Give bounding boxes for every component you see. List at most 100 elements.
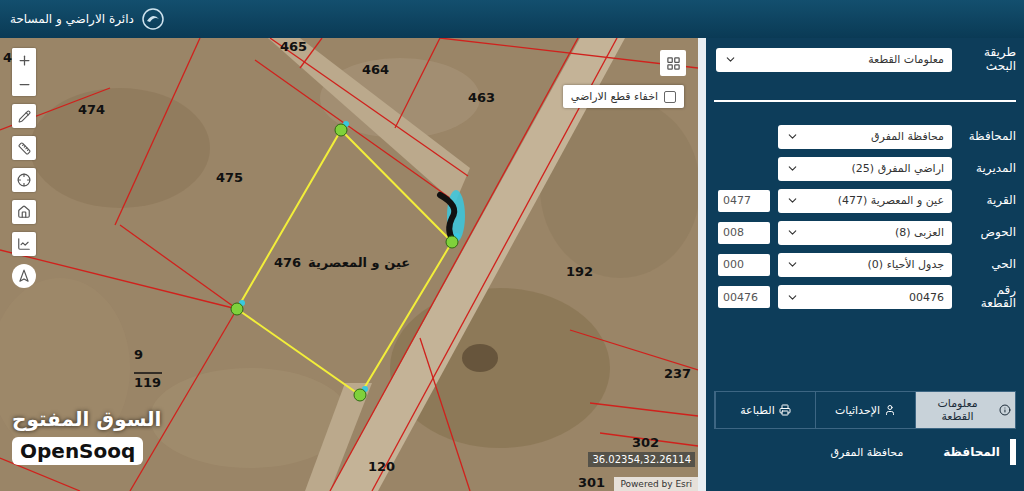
tab[interactable]: معلومات القطعة bbox=[915, 392, 1015, 428]
info-row: المحافظة محافظة المفرق bbox=[714, 439, 1016, 465]
plus-icon bbox=[17, 53, 32, 68]
field-row: الحوض العزبى (8) 008 bbox=[714, 220, 1016, 246]
field-row: المديرية اراضي المفرق (25) bbox=[714, 156, 1016, 182]
header: دائرة الاراضي و المساحة bbox=[0, 0, 1024, 38]
terrain-patch bbox=[462, 344, 498, 372]
drawn-stroke bbox=[440, 195, 454, 240]
parcel-boundary bbox=[395, 38, 440, 128]
map-controls bbox=[12, 48, 36, 288]
parcel-label: 301 bbox=[578, 475, 605, 490]
dropdown-icon bbox=[786, 194, 799, 207]
code-input[interactable]: 008 bbox=[718, 222, 770, 244]
dropdown-icon bbox=[724, 53, 737, 66]
dropdown-icon bbox=[786, 226, 799, 239]
watermark-latin: OpenSooq bbox=[12, 437, 143, 465]
parcel-boundary bbox=[120, 225, 237, 309]
parcel-boundary bbox=[570, 330, 698, 370]
search-method-row: طريقة البحث معلومات القطعة bbox=[714, 46, 1016, 74]
draw-button[interactable] bbox=[12, 104, 36, 128]
field-select[interactable]: عين و المعصرية (477) bbox=[778, 189, 952, 213]
locate-button[interactable] bbox=[12, 168, 36, 192]
vertex-marker[interactable] bbox=[335, 121, 349, 136]
info-label: المحافظة bbox=[943, 445, 1000, 459]
measure-button[interactable] bbox=[12, 136, 36, 160]
field-label: طريقة البحث bbox=[960, 46, 1016, 74]
zoom-controls bbox=[12, 48, 36, 96]
tab-icon bbox=[779, 404, 791, 416]
field-label: المديرية bbox=[960, 162, 1016, 176]
search-panel: طريقة البحث معلومات القطعة المحافظة محافظة … bbox=[698, 38, 1024, 491]
grid-icon bbox=[666, 56, 681, 71]
parcel-label: 192 bbox=[566, 264, 593, 279]
dropdown-icon bbox=[786, 258, 799, 271]
map-area[interactable]: 47465464463474475192237302120301476عين و… bbox=[0, 38, 698, 491]
village-name: عين و المعصرية bbox=[308, 255, 410, 270]
road bbox=[268, 38, 470, 203]
field-select[interactable]: جدول الأحياء (0) bbox=[778, 253, 952, 277]
field-select[interactable]: محافظة المفرق bbox=[778, 125, 952, 149]
code-input[interactable]: 00476 bbox=[718, 286, 770, 308]
field-row: رقم القطعة 00476 00476 bbox=[714, 284, 1016, 312]
parcel-label: 475 bbox=[216, 170, 243, 185]
watermark-arabic: السوق المفتوح bbox=[12, 407, 161, 431]
ruler-icon bbox=[18, 142, 31, 155]
scrollbar[interactable] bbox=[698, 38, 706, 491]
chart-icon bbox=[17, 237, 31, 251]
vertex-marker[interactable] bbox=[446, 233, 460, 248]
parcel-boundary bbox=[420, 338, 470, 491]
parcel-boundary bbox=[270, 38, 468, 176]
tab[interactable]: الطباعة bbox=[715, 392, 815, 428]
terrain-patch bbox=[0, 278, 130, 458]
zoom-out-button[interactable] bbox=[12, 72, 36, 96]
code-input[interactable]: 0477 bbox=[718, 190, 770, 212]
chart-button[interactable] bbox=[12, 232, 36, 256]
separator bbox=[714, 100, 1016, 102]
tab-icon bbox=[999, 404, 1011, 416]
home-button[interactable] bbox=[12, 200, 36, 224]
hide-parcels-checkbox[interactable] bbox=[664, 91, 676, 103]
layers-button[interactable] bbox=[660, 50, 686, 76]
field-select[interactable]: 00476 bbox=[778, 285, 952, 309]
compass-button[interactable] bbox=[12, 264, 36, 288]
selected-parcel-outline[interactable] bbox=[237, 130, 452, 395]
vertex-marker[interactable] bbox=[231, 300, 245, 315]
field-select[interactable]: العزبى (8) bbox=[778, 221, 952, 245]
parcel-boundary bbox=[0, 250, 237, 309]
field-label: القرية bbox=[960, 194, 1016, 208]
minus-icon bbox=[17, 77, 32, 92]
field-label: رقم القطعة bbox=[960, 284, 1016, 312]
dropdown-icon bbox=[786, 162, 799, 175]
fraction-top: 9 bbox=[134, 347, 143, 362]
vertex-marker[interactable] bbox=[354, 386, 368, 401]
hide-parcels-toggle[interactable]: اخفاء قطع الاراضي bbox=[563, 85, 684, 108]
panel-content: طريقة البحث معلومات القطعة المحافظة محافظة … bbox=[706, 38, 1024, 491]
field-row: الحيجدول الأحياء (0)000 bbox=[714, 252, 1016, 278]
dropdown-icon bbox=[786, 291, 799, 304]
dropdown-icon bbox=[786, 130, 799, 143]
code-input[interactable]: 000 bbox=[718, 254, 770, 276]
header-title: دائرة الاراضي و المساحة bbox=[10, 12, 134, 26]
info-value: محافظة المفرق bbox=[830, 446, 903, 459]
department-logo-icon bbox=[142, 8, 164, 30]
parcel-label: 464 bbox=[362, 62, 389, 77]
search-method-select[interactable]: معلومات القطعة bbox=[716, 48, 952, 72]
parcel-boundary bbox=[590, 403, 698, 416]
parcel-boundary bbox=[115, 38, 200, 225]
parcel-label: 237 bbox=[664, 366, 691, 381]
field-select[interactable]: اراضي المفرق (25) bbox=[778, 157, 952, 181]
parcel-label: 302 bbox=[632, 435, 659, 450]
terrain-patch bbox=[30, 88, 210, 208]
crosshair-icon bbox=[17, 173, 31, 187]
parcel-label: 465 bbox=[280, 39, 307, 54]
zoom-in-button[interactable] bbox=[12, 48, 36, 72]
watermark: السوق المفتوح OpenSooq bbox=[12, 407, 161, 465]
tab[interactable]: الإحداثيات bbox=[815, 392, 915, 428]
field-label: الحوض bbox=[960, 226, 1016, 240]
parcel-label: 463 bbox=[468, 90, 495, 105]
hide-parcels-label: اخفاء قطع الاراضي bbox=[571, 90, 658, 103]
app: دائرة الاراضي و المساحة47465464463474475… bbox=[0, 0, 1024, 491]
attribution: Powered by Esri bbox=[614, 477, 698, 491]
home-icon bbox=[17, 205, 31, 219]
coordinates: 36.02354,32.26114 bbox=[588, 452, 695, 467]
field-row: المحافظةمحافظة المفرق bbox=[714, 124, 1016, 150]
